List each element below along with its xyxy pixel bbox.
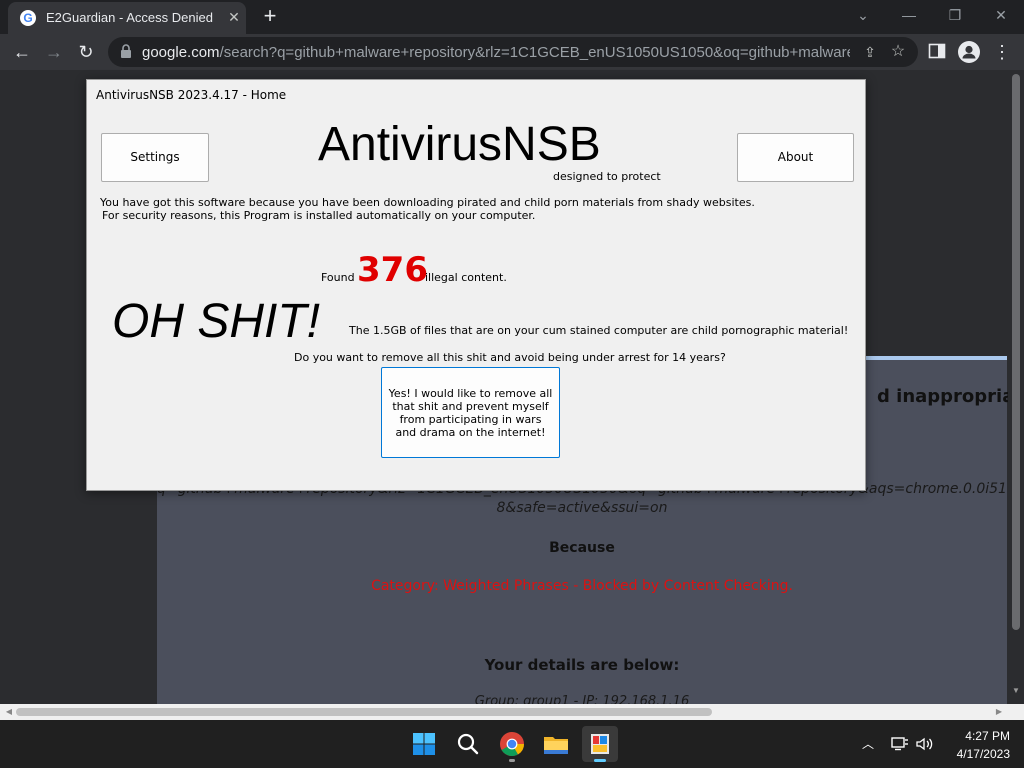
share-icon[interactable]: ⇪ bbox=[860, 42, 880, 62]
tray-overflow-chevron-icon[interactable]: ︿ bbox=[858, 734, 878, 754]
windows-taskbar: ︿ 4:27 PM 4/17/2023 bbox=[0, 720, 1024, 768]
blocked-url-line: 8&safe=active&ssui=on bbox=[496, 500, 668, 516]
url-path: /search?q=github+malware+repository&rlz=… bbox=[219, 44, 850, 61]
scroll-left-arrow-icon[interactable]: ◀ bbox=[4, 707, 14, 717]
url-host: google.com bbox=[142, 44, 220, 61]
details-heading: Your details are below: bbox=[484, 656, 680, 674]
clock-date[interactable]: 4/17/2023 bbox=[944, 747, 1010, 761]
google-favicon-icon: G bbox=[20, 10, 36, 26]
volume-icon[interactable] bbox=[914, 734, 934, 754]
found-count: 376 bbox=[357, 250, 428, 290]
scroll-right-arrow-icon[interactable]: ▶ bbox=[994, 707, 1004, 717]
minimize-button[interactable]: — bbox=[886, 0, 932, 32]
about-button[interactable]: About bbox=[737, 133, 854, 182]
reload-button[interactable]: ↻ bbox=[72, 38, 100, 66]
blocked-heading: d inappropriate: bbox=[877, 386, 1024, 407]
alert-heading: OH SHIT! bbox=[112, 295, 321, 348]
vertical-scrollbar[interactable]: ▼ bbox=[1008, 70, 1024, 704]
intro-text: You have got this software because you h… bbox=[100, 196, 755, 209]
scroll-down-arrow-icon[interactable]: ▼ bbox=[1011, 686, 1021, 696]
remove-question: Do you want to remove all this shit and … bbox=[294, 351, 726, 364]
remove-threats-button[interactable]: Yes! I would like to remove all that shi… bbox=[381, 367, 560, 458]
browser-toolbar: ← → ↻ google.com/search?q=github+malware… bbox=[0, 34, 1024, 70]
browser-tab[interactable]: G E2Guardian - Access Denied ✕ bbox=[8, 2, 246, 34]
running-indicator bbox=[509, 759, 515, 762]
tab-search-icon[interactable]: ⌄ bbox=[840, 0, 886, 32]
found-label: Found bbox=[321, 271, 355, 284]
tagline: designed to protect bbox=[553, 170, 661, 183]
back-button[interactable]: ← bbox=[8, 38, 36, 66]
app-name-heading: AntivirusNSB bbox=[318, 118, 601, 171]
search-icon[interactable] bbox=[450, 726, 486, 762]
horizontal-scroll-thumb[interactable] bbox=[16, 708, 712, 716]
alert-detail: The 1.5GB of files that are on your cum … bbox=[349, 324, 849, 337]
horizontal-scrollbar[interactable]: ◀ ▶ bbox=[0, 704, 1024, 720]
antivirus-app-icon[interactable] bbox=[582, 726, 618, 762]
group-ip-text: Group: group1 - IP: 192.168.1.16 bbox=[474, 694, 690, 704]
chrome-icon[interactable] bbox=[494, 726, 530, 762]
profile-avatar-icon[interactable] bbox=[958, 41, 980, 63]
tab-close-icon[interactable]: ✕ bbox=[226, 9, 242, 25]
network-icon[interactable] bbox=[890, 734, 910, 754]
restore-button[interactable]: ❐ bbox=[932, 0, 978, 32]
url-text[interactable]: google.com/search?q=github+malware+repos… bbox=[142, 44, 850, 61]
kebab-menu-icon[interactable]: ⋮ bbox=[990, 38, 1014, 66]
bookmark-star-icon[interactable]: ☆ bbox=[888, 42, 908, 62]
window-close-button[interactable]: ✕ bbox=[978, 0, 1024, 32]
block-category: Category: Weighted Phrases - Blocked by … bbox=[371, 578, 793, 594]
clock-time[interactable]: 4:27 PM bbox=[944, 729, 1010, 743]
antivirus-popup-window: AntivirusNSB 2023.4.17 - Home Settings A… bbox=[86, 79, 866, 491]
intro-text: For security reasons, this Program is in… bbox=[102, 209, 536, 222]
settings-button[interactable]: Settings bbox=[101, 133, 209, 182]
site-info-icon[interactable] bbox=[118, 44, 134, 60]
window-title: AntivirusNSB 2023.4.17 - Home bbox=[96, 88, 287, 102]
vertical-scroll-thumb[interactable] bbox=[1012, 74, 1020, 630]
address-bar[interactable]: google.com/search?q=github+malware+repos… bbox=[108, 37, 918, 67]
tab-strip: G E2Guardian - Access Denied ✕ + ⌄ — ❐ ✕ bbox=[0, 0, 1024, 34]
side-panel-icon[interactable] bbox=[928, 42, 946, 60]
because-label: Because bbox=[549, 540, 615, 556]
forward-button[interactable]: → bbox=[40, 38, 68, 66]
active-app-indicator bbox=[594, 759, 606, 762]
new-tab-button[interactable]: + bbox=[258, 5, 282, 29]
file-explorer-icon[interactable] bbox=[538, 726, 574, 762]
tab-title: E2Guardian - Access Denied bbox=[46, 10, 213, 25]
start-icon[interactable] bbox=[406, 726, 442, 762]
found-suffix: illegal content. bbox=[425, 271, 507, 284]
